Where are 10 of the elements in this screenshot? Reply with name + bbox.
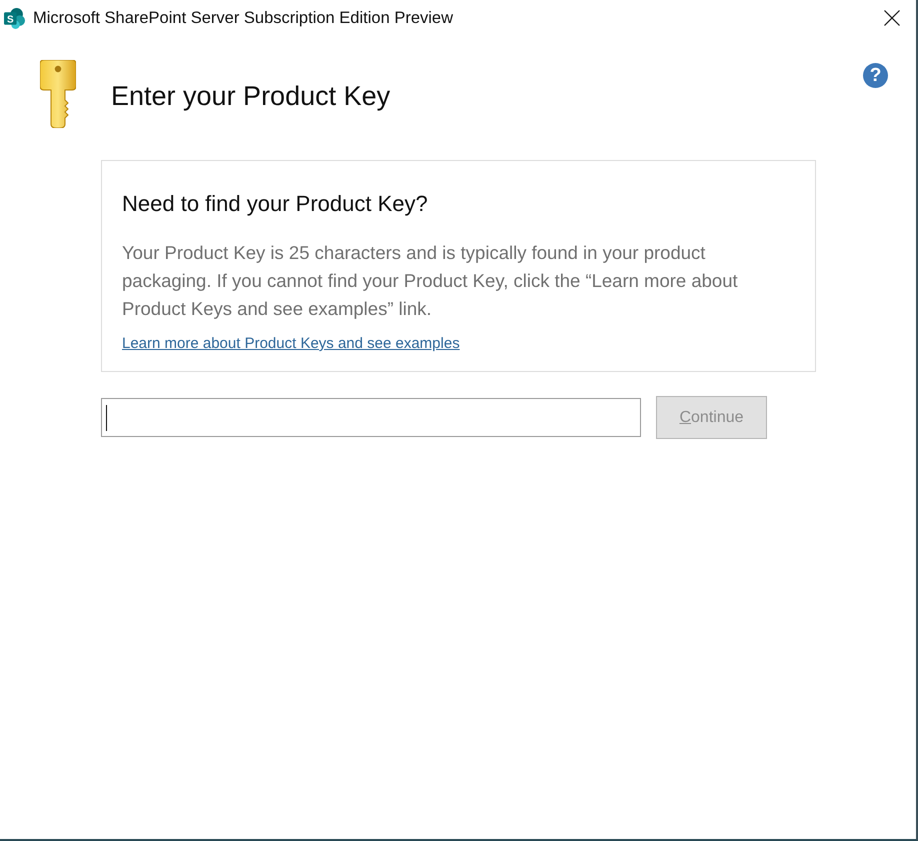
close-button[interactable] (882, 8, 902, 28)
window-title: Microsoft SharePoint Server Subscription Edition Preview (33, 8, 454, 28)
key-icon (40, 60, 76, 128)
card-heading: Need to find your Product Key? (122, 190, 429, 218)
close-icon (884, 10, 900, 26)
learn-more-link[interactable]: Learn more about Product Keys and see examples (122, 335, 460, 352)
card-description: Your Product Key is 25 characters and is typically found in your product packaging. If you cannot find your Product Key, click the “Learn more about Product Keys and see examples” link. (122, 241, 739, 321)
help-button[interactable]: ? (863, 63, 888, 88)
page-heading: Enter your Product Key (111, 80, 390, 112)
product-key-field[interactable] (101, 398, 641, 437)
